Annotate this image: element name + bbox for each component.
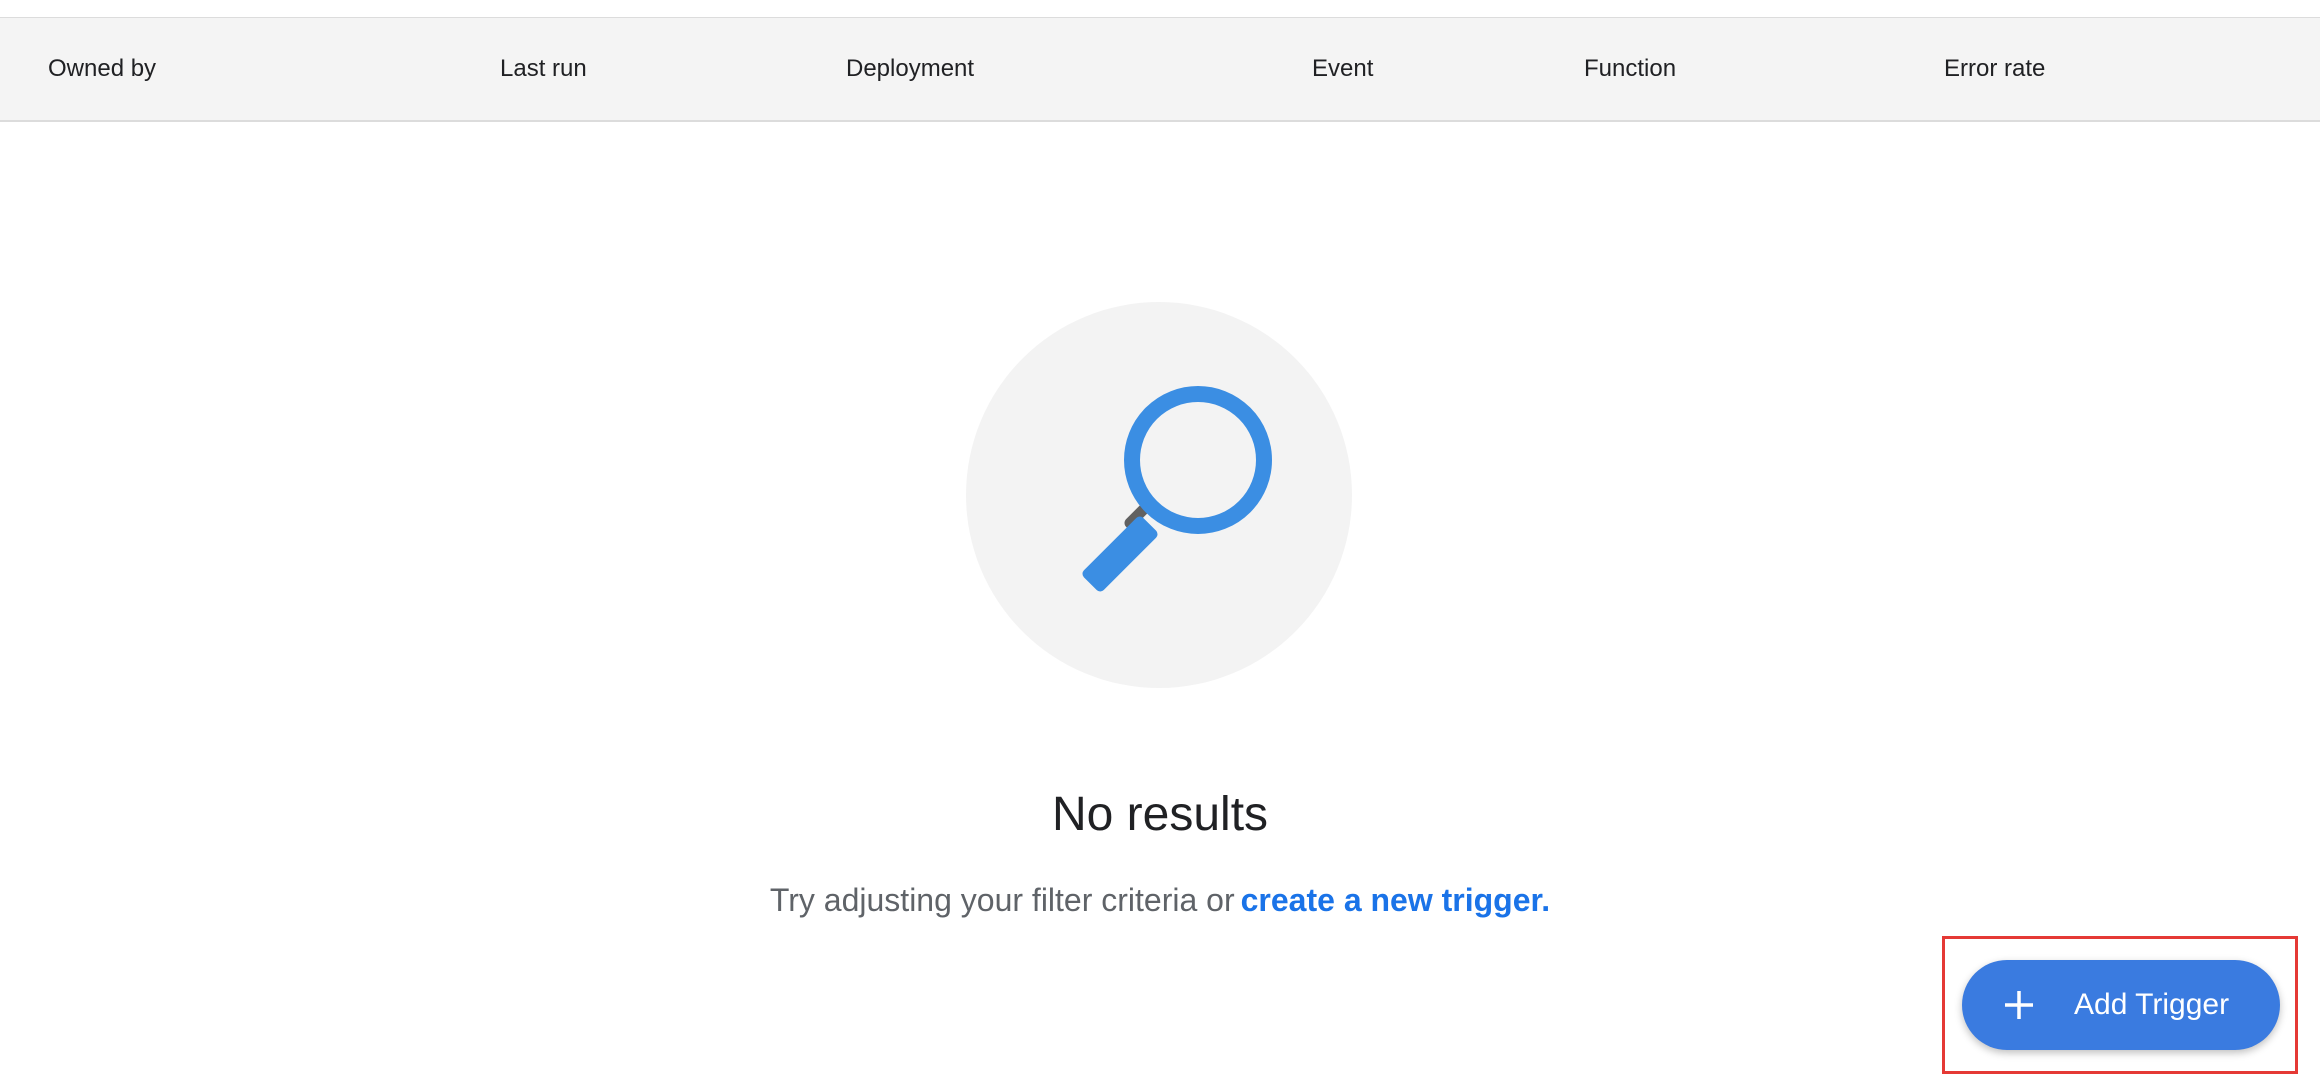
add-trigger-label: Add Trigger <box>2074 988 2230 1021</box>
plus-icon <box>2005 991 2033 1019</box>
add-trigger-button[interactable]: Add Trigger <box>1962 960 2280 1050</box>
column-header-function[interactable]: Function <box>1584 18 1676 120</box>
column-header-deployment[interactable]: Deployment <box>846 18 974 120</box>
search-icon <box>1082 386 1272 592</box>
column-header-event[interactable]: Event <box>1312 18 1373 120</box>
empty-state-description-text: Try adjusting your filter criteria or <box>769 882 1235 918</box>
table-header: Owned by Last run Deployment Event Funct… <box>0 18 2320 122</box>
column-header-owned-by[interactable]: Owned by <box>48 18 156 120</box>
empty-state-illustration <box>966 302 1352 688</box>
empty-state-title: No results <box>1051 788 1269 841</box>
column-header-last-run[interactable]: Last run <box>500 18 587 120</box>
empty-state-description: Try adjusting your filter criteria or cre… <box>0 878 2320 922</box>
column-header-error-rate[interactable]: Error rate <box>1944 18 2045 120</box>
triggers-page: Owned by Last run Deployment Event Funct… <box>0 0 2320 1090</box>
create-trigger-link[interactable]: create a new trigger. <box>1241 882 1550 918</box>
